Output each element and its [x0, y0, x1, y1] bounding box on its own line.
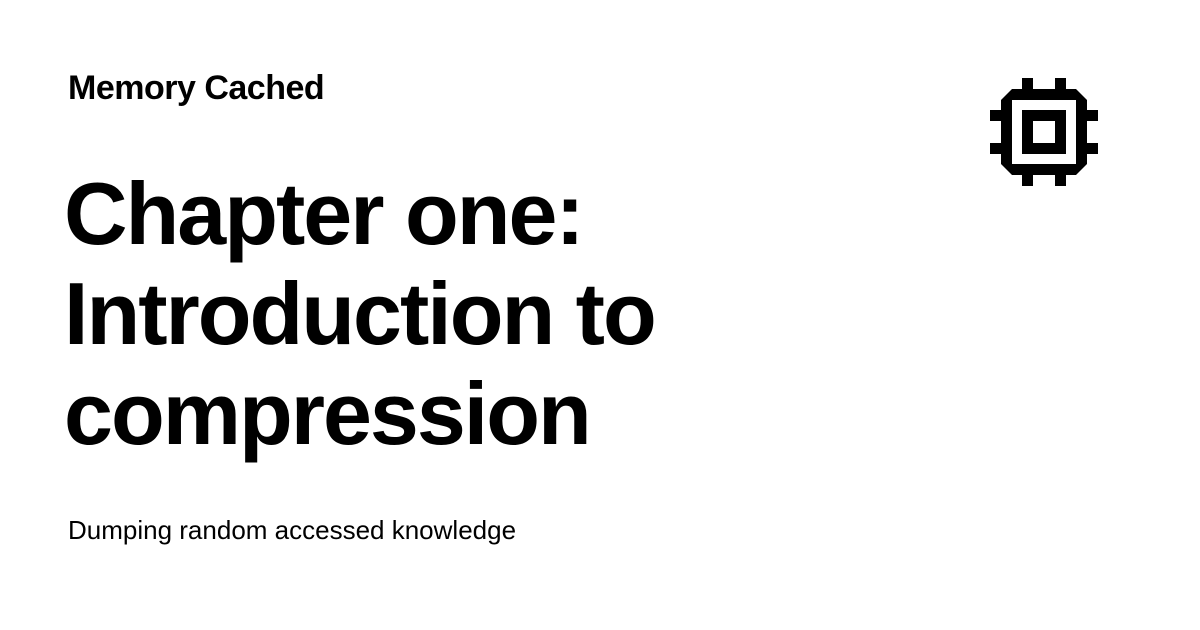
post-title-line: Chapter one:	[64, 164, 585, 263]
post-title-line: Introduction to	[64, 264, 657, 363]
site-tagline: Dumping random accessed knowledge	[68, 515, 517, 545]
microchip-icon	[990, 78, 1098, 186]
site-name: Memory Cached	[68, 69, 325, 107]
post-title: Chapter one: Introduction to compression	[64, 164, 884, 464]
post-title-line: compression	[64, 364, 592, 463]
